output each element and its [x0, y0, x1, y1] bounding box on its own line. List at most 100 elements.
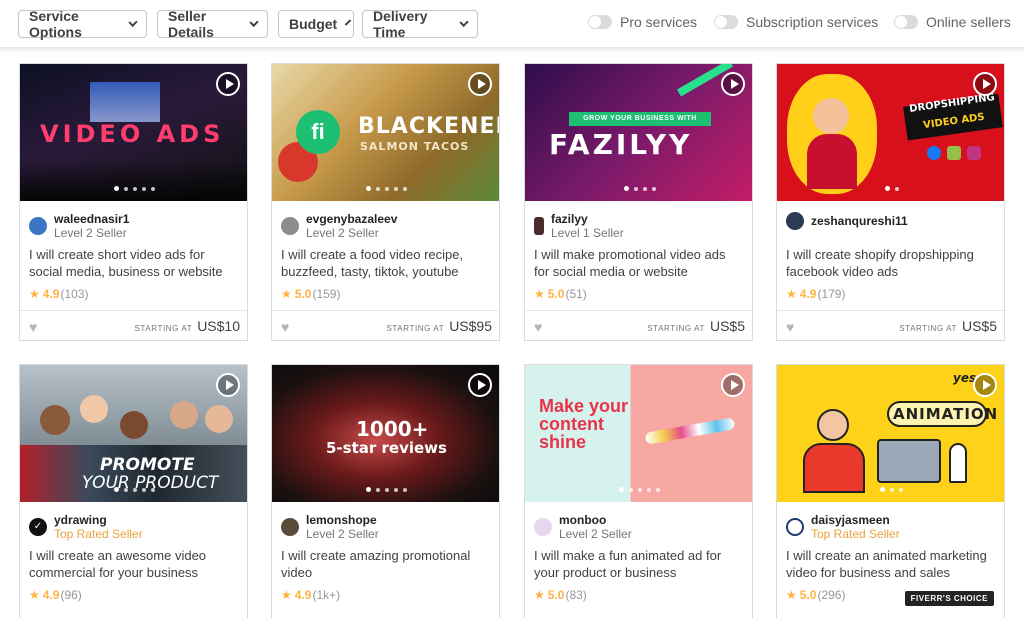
heart-icon[interactable]: ♥ [534, 319, 542, 335]
gig-thumbnail[interactable]: VIDEO ADS [20, 64, 247, 201]
toggle-switch[interactable] [588, 15, 612, 29]
carousel-dot[interactable] [899, 487, 903, 492]
carousel-dot[interactable] [142, 487, 146, 492]
gig-title[interactable]: I will create shopify dropshipping faceb… [786, 246, 996, 280]
avatar[interactable] [786, 212, 804, 230]
carousel-dot[interactable] [133, 186, 137, 191]
gig-title[interactable]: I will create an awesome video commercia… [29, 547, 239, 581]
avatar[interactable] [534, 217, 544, 235]
carousel-dot[interactable] [366, 487, 371, 492]
carousel-dot[interactable] [890, 487, 894, 492]
play-icon[interactable] [216, 373, 240, 397]
gig-price[interactable]: STARTING AT US$95 [386, 318, 492, 334]
gig-price[interactable]: STARTING AT US$10 [134, 318, 240, 334]
carousel-dot[interactable] [619, 487, 624, 492]
carousel-dot[interactable] [633, 186, 638, 191]
gig-thumbnail[interactable]: 1000+ 5-star reviews [272, 365, 499, 502]
seller-name[interactable]: monboo [559, 513, 632, 527]
carousel-dot[interactable] [638, 487, 642, 492]
carousel-dots[interactable] [20, 186, 247, 191]
online-sellers-toggle[interactable]: Online sellers [894, 14, 1011, 30]
carousel-dot[interactable] [376, 487, 380, 492]
carousel-dot[interactable] [124, 186, 128, 191]
heart-icon[interactable]: ♥ [29, 319, 37, 335]
seller-name[interactable]: zeshanqureshi11 [811, 214, 908, 228]
gig-title[interactable]: I will make a fun animated ad for your p… [534, 547, 744, 581]
gig-card[interactable]: GROW YOUR BUSINESS WITH FAZILYY fazilyy L… [524, 63, 753, 341]
service-options-dropdown[interactable]: Service Options [18, 8, 147, 40]
avatar[interactable]: ✓ [29, 518, 47, 536]
carousel-dot[interactable] [133, 487, 137, 492]
carousel-dot[interactable] [642, 186, 647, 191]
seller-name[interactable]: fazilyy [551, 212, 624, 226]
carousel-dot[interactable] [629, 487, 633, 492]
heart-icon[interactable]: ♥ [786, 319, 794, 335]
gig-thumbnail[interactable]: Make your content shine [525, 365, 752, 502]
carousel-dots[interactable] [272, 487, 499, 492]
gig-price[interactable]: STARTING AT US$5 [899, 318, 997, 334]
play-icon[interactable] [973, 72, 997, 96]
carousel-dot[interactable] [385, 186, 389, 191]
carousel-dot[interactable] [623, 186, 629, 191]
gig-thumbnail[interactable]: DROPSHIPPING VIDEO ADS [777, 64, 1004, 201]
carousel-dot[interactable] [151, 186, 155, 191]
carousel-dot[interactable] [151, 487, 155, 492]
carousel-dot[interactable] [114, 487, 119, 492]
gig-title[interactable]: I will create a food video recipe, buzzf… [281, 246, 491, 280]
gig-card[interactable]: DROPSHIPPING VIDEO ADS zeshanqureshi11 I… [776, 63, 1005, 341]
carousel-dots[interactable] [272, 186, 499, 191]
carousel-dot[interactable] [651, 186, 656, 191]
gig-thumbnail[interactable]: fi BLACKENED SALMON TACOS [272, 64, 499, 201]
carousel-dot[interactable] [894, 186, 899, 191]
avatar[interactable] [534, 518, 552, 536]
toggle-switch[interactable] [714, 15, 738, 29]
gig-title[interactable]: I will create short video ads for social… [29, 246, 239, 280]
gig-thumbnail[interactable]: GROW YOUR BUSINESS WITH FAZILYY [525, 64, 752, 201]
gig-title[interactable]: I will make promotional video ads for so… [534, 246, 744, 280]
carousel-dot[interactable] [884, 186, 890, 191]
avatar[interactable] [786, 518, 804, 536]
gig-thumbnail[interactable]: ANIMATION yes [777, 365, 1004, 502]
carousel-dot[interactable] [124, 487, 128, 492]
carousel-dot[interactable] [880, 487, 885, 492]
carousel-dot[interactable] [394, 487, 398, 492]
play-icon[interactable] [468, 72, 492, 96]
gig-title[interactable]: I will create an animated marketing vide… [786, 547, 996, 581]
carousel-dot[interactable] [142, 186, 146, 191]
pro-services-toggle[interactable]: Pro services [588, 14, 697, 30]
carousel-dot[interactable] [114, 186, 119, 191]
play-icon[interactable] [216, 72, 240, 96]
carousel-dot[interactable] [647, 487, 651, 492]
carousel-dot[interactable] [385, 487, 389, 492]
seller-name[interactable]: ydrawing [54, 513, 143, 527]
subscription-services-toggle[interactable]: Subscription services [714, 14, 878, 30]
toggle-switch[interactable] [894, 15, 918, 29]
play-icon[interactable] [468, 373, 492, 397]
carousel-dots[interactable] [777, 487, 1004, 492]
carousel-dot[interactable] [656, 487, 660, 492]
carousel-dot[interactable] [366, 186, 371, 191]
carousel-dot[interactable] [403, 186, 407, 191]
seller-name[interactable]: daisyjasmeen [811, 513, 900, 527]
carousel-dot[interactable] [376, 186, 380, 191]
seller-details-dropdown[interactable]: Seller Details [157, 8, 268, 40]
avatar[interactable] [29, 217, 47, 235]
seller-name[interactable]: evgenybazaleev [306, 212, 397, 226]
gig-price[interactable]: STARTING AT US$5 [647, 318, 745, 334]
seller-name[interactable]: lemonshope [306, 513, 379, 527]
gig-thumbnail[interactable]: PROMOTE YOUR PRODUCT [20, 365, 247, 502]
carousel-dots[interactable] [525, 186, 752, 191]
delivery-time-dropdown[interactable]: Delivery Time [362, 8, 478, 40]
budget-dropdown[interactable]: Budget [278, 10, 354, 38]
play-icon[interactable] [973, 373, 997, 397]
avatar[interactable] [281, 518, 299, 536]
gig-card[interactable]: ANIMATION yes daisyjasmeen Top Rated Sell… [776, 364, 1005, 618]
carousel-dots[interactable] [525, 487, 752, 492]
play-icon[interactable] [721, 72, 745, 96]
seller-name[interactable]: waleednasir1 [54, 212, 129, 226]
carousel-dots[interactable] [20, 487, 247, 492]
gig-card[interactable]: VIDEO ADS waleednasir1 Level 2 Seller I w… [19, 63, 248, 341]
carousel-dot[interactable] [403, 487, 407, 492]
gig-card[interactable]: 1000+ 5-star reviews lemonshope Level 2 S… [271, 364, 500, 618]
gig-card[interactable]: Make your content shine monboo Level 2 Se… [524, 364, 753, 618]
